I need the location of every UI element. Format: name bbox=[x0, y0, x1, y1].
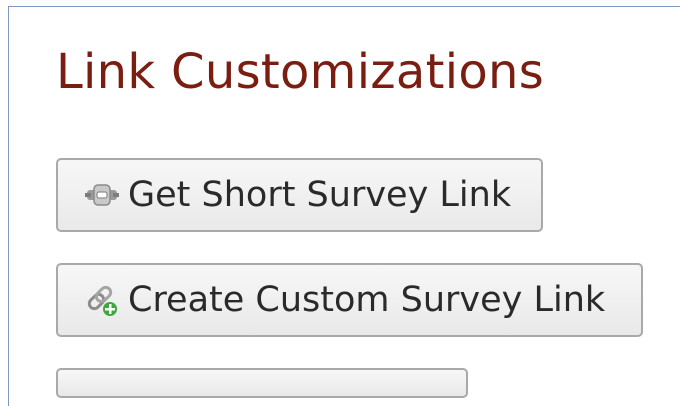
get-short-survey-link-label: Get Short Survey Link bbox=[128, 175, 512, 215]
section-title: Link Customizations bbox=[56, 44, 545, 100]
short-link-icon bbox=[84, 177, 120, 213]
link-customizations-panel: Link Customizations Get Short Survey Lin… bbox=[8, 6, 680, 406]
create-custom-survey-link-label: Create Custom Survey Link bbox=[128, 280, 606, 320]
custom-link-add-icon bbox=[84, 282, 120, 318]
create-custom-survey-link-button[interactable]: Create Custom Survey Link bbox=[56, 263, 643, 337]
get-short-survey-link-button[interactable]: Get Short Survey Link bbox=[56, 158, 543, 232]
